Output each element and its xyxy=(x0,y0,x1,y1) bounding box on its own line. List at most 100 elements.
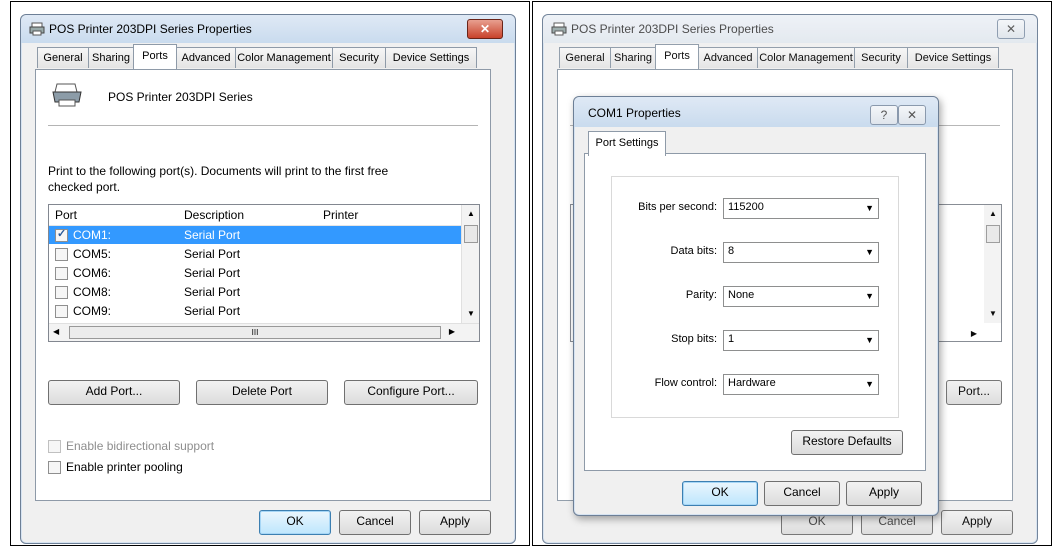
port-description: Serial Port xyxy=(184,304,241,318)
port-description: Serial Port xyxy=(184,247,241,261)
port-name: COM6: xyxy=(73,266,112,280)
field-select[interactable]: 8 ▼ xyxy=(723,242,879,263)
add-port-button[interactable]: Add Port... xyxy=(48,380,180,405)
scroll-down-icon[interactable]: ▼ xyxy=(467,309,475,318)
port-name: COM5: xyxy=(73,247,112,261)
tab-general[interactable]: General xyxy=(559,47,611,68)
chevron-down-icon[interactable]: ▼ xyxy=(865,379,874,389)
separator xyxy=(48,125,478,126)
port-name: COM8: xyxy=(73,285,112,299)
field-select[interactable]: 115200 ▼ xyxy=(723,198,879,219)
ok-button[interactable]: OK xyxy=(259,510,331,535)
instructions-line-1: Print to the following port(s). Document… xyxy=(48,164,389,178)
restore-defaults-button[interactable]: Restore Defaults xyxy=(791,430,903,455)
tab-advanced[interactable]: Advanced xyxy=(698,47,758,68)
field-select[interactable]: 1 ▼ xyxy=(723,330,879,351)
port-checkbox[interactable] xyxy=(55,267,68,280)
column-header-description[interactable]: Description xyxy=(184,208,244,222)
bidirectional-checkbox[interactable] xyxy=(48,440,61,453)
right-titlebar[interactable]: POS Printer 203DPI Series Properties ✕ xyxy=(543,15,1037,43)
field-label: Flow control: xyxy=(654,377,717,389)
port-name: COM9: xyxy=(73,304,112,318)
scroll-right-icon[interactable]: ▶ xyxy=(449,327,455,336)
scroll-up-icon[interactable]: ▲ xyxy=(467,209,475,218)
close-icon[interactable]: ✕ xyxy=(997,19,1025,39)
tab-security[interactable]: Security xyxy=(854,47,908,68)
chevron-down-icon[interactable]: ▼ xyxy=(865,247,874,257)
field-label: Stop bits: xyxy=(671,333,717,345)
field-label: Parity: xyxy=(685,289,717,301)
list-item[interactable]: COM1: Serial Port xyxy=(49,226,461,244)
printer-icon xyxy=(551,22,567,36)
help-icon[interactable]: ? xyxy=(870,105,898,125)
scroll-thumb[interactable] xyxy=(986,225,1000,243)
select-value: 115200 xyxy=(728,201,764,213)
close-icon[interactable]: ✕ xyxy=(898,105,926,125)
list-item[interactable]: COM5: Serial Port xyxy=(49,245,461,263)
instructions-line-2: checked port. xyxy=(48,180,121,194)
tab-color-management[interactable]: Color Management xyxy=(235,47,333,68)
port-description: Serial Port xyxy=(184,228,241,242)
pooling-label: Enable printer pooling xyxy=(66,460,183,474)
chevron-down-icon[interactable]: ▼ xyxy=(865,335,874,345)
left-titlebar[interactable]: POS Printer 203DPI Series Properties ✕ xyxy=(21,15,515,43)
cancel-button[interactable]: Cancel xyxy=(339,510,411,535)
tab-advanced[interactable]: Advanced xyxy=(176,47,236,68)
field-select[interactable]: None ▼ xyxy=(723,286,879,307)
list-item[interactable]: COM9: Serial Port xyxy=(49,302,461,320)
scroll-left-icon[interactable]: ◀ xyxy=(53,327,59,336)
dialog-titlebar[interactable]: COM1 Properties ? ✕ xyxy=(574,97,938,127)
tab-device-settings[interactable]: Device Settings xyxy=(385,47,477,68)
scroll-right-icon[interactable]: ▶ xyxy=(971,329,977,338)
dialog-cancel-button[interactable]: Cancel xyxy=(764,481,840,506)
tab-ports[interactable]: Ports xyxy=(133,44,177,69)
column-header-printer[interactable]: Printer xyxy=(323,208,358,222)
printer-icon xyxy=(29,22,45,36)
port-checkbox[interactable] xyxy=(55,248,68,261)
hscroll-thumb[interactable]: III xyxy=(69,326,441,339)
left-properties-window: POS Printer 203DPI Series Properties ✕ G… xyxy=(20,14,516,544)
tab-general[interactable]: General xyxy=(37,47,89,68)
column-header-port[interactable]: Port xyxy=(55,208,77,222)
select-value: 1 xyxy=(728,333,735,345)
dialog-apply-button[interactable]: Apply xyxy=(846,481,922,506)
delete-port-button[interactable]: Delete Port xyxy=(196,380,328,405)
port-checkbox[interactable] xyxy=(55,286,68,299)
horizontal-scrollbar[interactable]: ◀ III ▶ xyxy=(49,323,479,341)
scroll-up-icon[interactable]: ▲ xyxy=(989,209,997,218)
port-checkbox[interactable] xyxy=(55,227,68,242)
tab-sharing[interactable]: Sharing xyxy=(610,47,656,68)
configure-port-button[interactable]: Port... xyxy=(946,380,1002,405)
port-description: Serial Port xyxy=(184,266,241,280)
close-icon[interactable]: ✕ xyxy=(467,19,503,39)
scroll-thumb[interactable] xyxy=(464,225,478,243)
field-label: Bits per second: xyxy=(638,201,717,213)
scroll-down-icon[interactable]: ▼ xyxy=(989,309,997,318)
pooling-checkbox[interactable] xyxy=(48,461,61,474)
apply-button[interactable]: Apply xyxy=(941,510,1013,535)
tab-device-settings[interactable]: Device Settings xyxy=(907,47,999,68)
list-item[interactable]: COM8: Serial Port xyxy=(49,283,461,301)
window-title: POS Printer 203DPI Series Properties xyxy=(571,22,774,36)
tab-port-settings[interactable]: Port Settings xyxy=(588,131,666,156)
vertical-scrollbar[interactable]: ▲ ▼ xyxy=(461,205,479,323)
configure-port-button[interactable]: Configure Port... xyxy=(344,380,478,405)
list-item[interactable]: COM6: Serial Port xyxy=(49,264,461,282)
field-select[interactable]: Hardware ▼ xyxy=(723,374,879,395)
tab-security[interactable]: Security xyxy=(332,47,386,68)
list-header: Port Description Printer xyxy=(49,205,461,226)
bidirectional-label: Enable bidirectional support xyxy=(66,439,215,453)
chevron-down-icon[interactable]: ▼ xyxy=(865,203,874,213)
printer-icon xyxy=(52,83,82,107)
chevron-down-icon[interactable]: ▼ xyxy=(865,291,874,301)
dialog-ok-button[interactable]: OK xyxy=(682,481,758,506)
printer-name: POS Printer 203DPI Series xyxy=(108,90,253,104)
vertical-scrollbar[interactable]: ▲ ▼ xyxy=(984,205,1001,323)
tab-sharing[interactable]: Sharing xyxy=(88,47,134,68)
tab-color-management[interactable]: Color Management xyxy=(757,47,855,68)
port-checkbox[interactable] xyxy=(55,305,68,318)
port-list[interactable]: Port Description Printer COM1: Serial Por… xyxy=(48,204,480,342)
tab-ports[interactable]: Ports xyxy=(655,44,699,69)
port-description: Serial Port xyxy=(184,285,241,299)
apply-button[interactable]: Apply xyxy=(419,510,491,535)
